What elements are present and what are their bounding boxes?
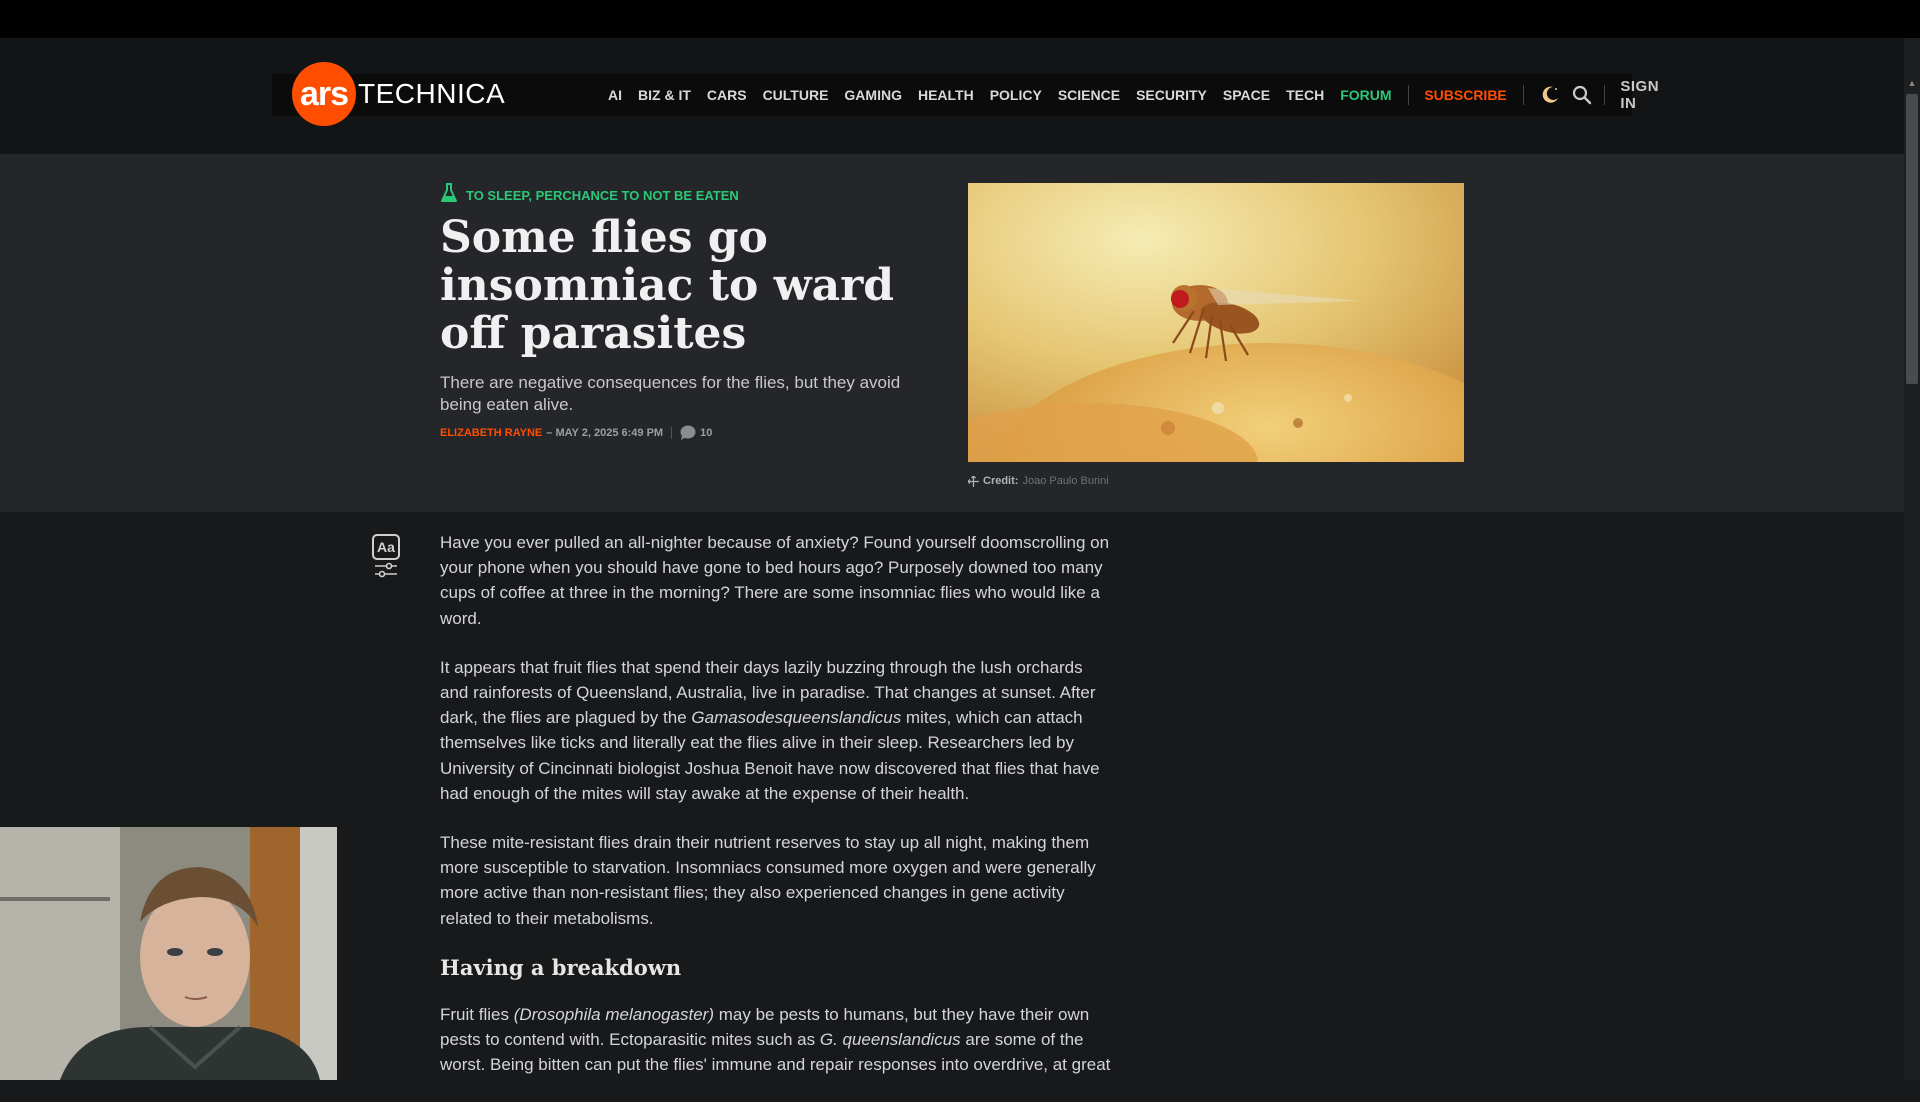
nav-item-space[interactable]: SPACE	[1223, 87, 1270, 103]
nav-item-biz-it[interactable]: BIZ & IT	[638, 87, 691, 103]
scroll-up-arrow-icon[interactable]: ▲	[1907, 78, 1917, 88]
nav-item-forum[interactable]: FORUM	[1340, 87, 1391, 103]
nav-item-science[interactable]: SCIENCE	[1058, 87, 1120, 103]
section-subhead: Having a breakdown	[440, 954, 682, 980]
scroll-thumb[interactable]	[1906, 94, 1918, 384]
nav-item-cars[interactable]: CARS	[707, 87, 747, 103]
subscribe-link[interactable]: SUBSCRIBE	[1424, 87, 1506, 103]
nav-item-security[interactable]: SECURITY	[1136, 87, 1207, 103]
nav-item-gaming[interactable]: GAMING	[844, 87, 902, 103]
logo-text[interactable]: TECHNICA	[358, 78, 505, 110]
comments-link[interactable]: 10	[680, 425, 712, 440]
nav-item-policy[interactable]: POLICY	[990, 87, 1042, 103]
publish-date: – MAY 2, 2025 6:49 PM	[546, 426, 664, 439]
article-hero	[0, 154, 1904, 512]
article-headline: Some flies go insomniac to ward off para…	[440, 212, 895, 359]
main-navbar: ars TECHNICA AI BIZ & IT CARS CULTURE GA…	[272, 62, 1659, 126]
site-logo[interactable]: ars TECHNICA	[292, 62, 505, 126]
svg-text:Aa: Aa	[377, 539, 395, 555]
nav-item-health[interactable]: HEALTH	[918, 87, 974, 103]
nav-item-tech[interactable]: TECH	[1286, 87, 1324, 103]
article-dek: There are negative consequences for the …	[440, 373, 901, 414]
paragraph: Fruit flies (Drosophila melanogaster) ma…	[440, 1005, 1111, 1075]
comment-count[interactable]: 10	[700, 427, 712, 439]
nav-item-ai[interactable]: AI	[608, 87, 622, 103]
logo-mark[interactable]: ars	[292, 62, 356, 126]
nav-divider	[1603, 85, 1605, 105]
webcam-overlay	[0, 827, 337, 1080]
nav-divider	[1522, 85, 1524, 105]
paragraph: It appears that fruit flies that spend t…	[440, 657, 1100, 803]
byline: ELIZABETH RAYNE – MAY 2, 2025 6:49 PM 10	[440, 425, 712, 440]
search-icon[interactable]	[1572, 83, 1592, 107]
article-kicker[interactable]: TO SLEEP, PERCHANCE TO NOT BE EATEN	[440, 183, 739, 208]
nav-item-culture[interactable]: CULTURE	[763, 87, 829, 103]
moon-icon[interactable]	[1540, 83, 1560, 107]
scrollbar[interactable]: ▲	[1904, 38, 1920, 1080]
comment-bubble-icon	[680, 425, 696, 440]
credit-name: Joao Paulo Burini	[1022, 475, 1109, 487]
paragraph: These mite-resistant flies drain their n…	[440, 833, 1096, 928]
kicker-text[interactable]: TO SLEEP, PERCHANCE TO NOT BE EATEN	[466, 188, 739, 203]
nav-links: AI BIZ & IT CARS CULTURE GAMING HEALTH P…	[608, 74, 1668, 116]
flask-icon	[440, 183, 458, 208]
paragraph: Have you ever pulled an all-nighter beca…	[440, 533, 1110, 628]
nav-divider	[1407, 85, 1409, 105]
author-link[interactable]: ELIZABETH RAYNE	[440, 427, 542, 439]
hero-image-fruit-fly[interactable]	[968, 183, 1464, 462]
text-format-icon[interactable]: Aa	[372, 534, 400, 585]
sign-in-link[interactable]: SIGN IN	[1620, 78, 1667, 112]
browser-top-bar	[0, 0, 1920, 38]
image-credit: Credit: Joao Paulo Burini	[968, 475, 1109, 487]
credit-label: Credit:	[983, 475, 1019, 487]
article-body: Have you ever pulled an all-nighter beca…	[440, 530, 1112, 1102]
byline-divider	[671, 426, 673, 439]
move-icon	[968, 475, 979, 487]
